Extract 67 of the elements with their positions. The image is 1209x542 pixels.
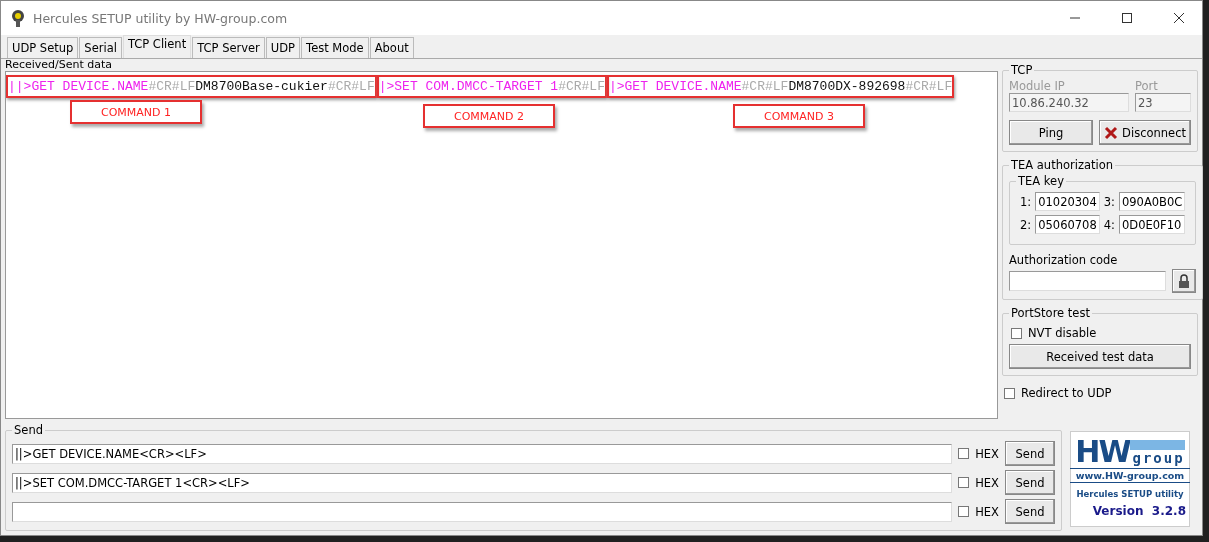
disconnect-button[interactable]: Disconnect <box>1099 120 1191 145</box>
panel-title: Send <box>13 423 44 437</box>
checkbox-label: Redirect to UDP <box>1021 386 1112 400</box>
app-icon <box>9 9 27 27</box>
data-text: #CR#LF <box>741 79 789 94</box>
logo-text: group <box>1129 440 1185 466</box>
tab[interactable]: TCP Client <box>122 35 192 58</box>
send-button[interactable]: Send <box>1005 441 1055 466</box>
field-label: 4: <box>1103 217 1115 232</box>
data-text: |>SET COM.DMCC-TARGET 1 <box>378 79 559 94</box>
annotation-label: COMMAND 1 <box>70 100 202 124</box>
send-button[interactable]: Send <box>1005 470 1055 495</box>
tab[interactable]: Test Mode <box>301 37 369 58</box>
lock-button[interactable] <box>1172 269 1197 293</box>
window-title: Hercules SETUP utility by HW-group.com <box>33 10 289 26</box>
module-ip-field[interactable]: 10.86.240.32 <box>1009 93 1129 112</box>
tab[interactable]: UDP <box>265 37 301 58</box>
data-text: ||>GET DEVICE.NAME <box>8 79 149 94</box>
data-text: #CR#LF <box>327 79 375 94</box>
send-field[interactable]: ||>SET COM.DMCC-TARGET 1<CR><LF> <box>12 472 953 493</box>
checkbox[interactable] <box>1004 387 1015 399</box>
key-field[interactable]: 0D0E0F10 <box>1118 215 1186 234</box>
product-name: Hercules SETUP utility <box>1076 489 1184 499</box>
field-label: Authorization code <box>1009 253 1118 267</box>
send-field[interactable]: ||>GET DEVICE.NAME<CR><LF> <box>12 443 953 464</box>
received-test-data-button[interactable]: Received test data <box>1009 344 1191 369</box>
checkbox-label: HEX <box>975 475 999 490</box>
annotation-label: COMMAND 3 <box>733 104 865 128</box>
key-field[interactable]: 01020304 <box>1035 192 1100 211</box>
tab[interactable]: Serial <box>79 37 122 58</box>
section-label: Received/Sent data <box>5 59 114 71</box>
data-text: #CR#LF <box>905 79 953 94</box>
data-text: |>GET DEVICE.NAME <box>608 79 742 94</box>
annotation-label: COMMAND 2 <box>423 104 555 128</box>
data-text: #CR#LF <box>558 79 605 94</box>
checkbox-label: HEX <box>975 504 999 519</box>
data-text: #CR#LF <box>148 79 196 94</box>
field-label: 2: <box>1020 217 1032 232</box>
field-label: 1: <box>1020 194 1032 209</box>
authorization-code-field[interactable] <box>1009 271 1167 291</box>
data-text: DM8700DX-892698 <box>788 79 906 94</box>
send-button[interactable]: Send <box>1005 499 1055 524</box>
key-field[interactable]: 05060708 <box>1035 215 1100 234</box>
panel-title: PortStore test <box>1010 306 1091 320</box>
field-label: Port <box>1135 79 1159 93</box>
checkbox[interactable] <box>958 506 970 517</box>
tab[interactable]: UDP Setup <box>7 37 79 58</box>
data-text: DM8700Base-cukier <box>195 79 328 94</box>
checkbox-label: HEX <box>975 446 999 461</box>
version-label: Version 3.2.8 <box>1092 504 1186 518</box>
field-label: Module IP <box>1009 79 1066 93</box>
checkbox-label: NVT disable <box>1028 326 1097 340</box>
tab[interactable]: About <box>369 37 414 58</box>
checkbox[interactable] <box>958 477 970 488</box>
ping-button[interactable]: Ping <box>1009 120 1094 145</box>
key-field[interactable]: 090A0B0C <box>1118 192 1186 211</box>
panel-title: TCP <box>1010 63 1034 77</box>
tab[interactable]: TCP Server <box>192 37 265 58</box>
checkbox[interactable] <box>1011 327 1022 339</box>
field-label: 3: <box>1103 194 1115 209</box>
checkbox[interactable] <box>958 448 970 459</box>
port-field[interactable]: 23 <box>1135 93 1191 112</box>
cross-icon <box>1104 125 1119 140</box>
panel-title: TEA authorization <box>1010 158 1115 172</box>
send-field[interactable] <box>12 501 953 522</box>
panel-title: TEA key <box>1017 174 1065 188</box>
logo-text: HW <box>1075 438 1130 466</box>
